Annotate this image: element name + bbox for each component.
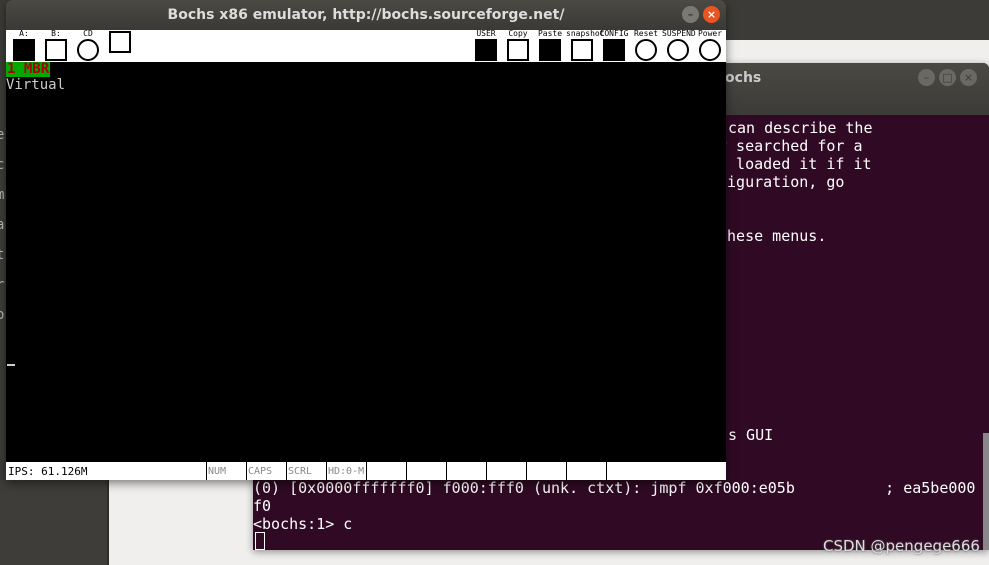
terminal-line: d loaded it if it [718,155,872,173]
text-cursor [7,364,15,366]
power-button[interactable]: Power [694,30,726,62]
minimize-icon[interactable]: – [918,69,935,86]
mouse-button[interactable] [104,30,136,62]
button-label: A: [19,29,29,38]
partial-char: a [0,217,5,233]
reset-icon [635,39,657,61]
suspend-button[interactable]: SUSPEND [662,29,696,62]
config-button[interactable]: CONFIG [598,30,630,62]
cdrom-button[interactable]: CD [72,30,104,62]
terminal-line: s GUI [728,426,774,444]
partial-char: r [0,277,5,293]
bochs-window[interactable]: Bochs x86 emulator, http://bochs.sourcef… [6,0,726,480]
camera-icon [571,39,593,61]
status-cell [446,462,486,480]
paste-button[interactable]: Paste [534,30,566,62]
copy-button[interactable]: Copy [502,30,534,62]
terminal-line: these menus. [718,227,827,245]
cdrom-icon [77,39,99,61]
terminal-cursor [255,532,265,550]
minimize-icon[interactable]: – [682,6,699,23]
emulator-screen[interactable]: 1 MBR Virtual [6,62,726,462]
button-label: Reset [633,29,659,38]
terminal-line: f0 [253,497,272,515]
power-icon [699,39,721,61]
button-label: Power [697,29,723,38]
keyboard-icon [475,39,497,61]
status-cell [526,462,566,480]
mouse-icon [109,31,131,53]
partial-char: m [0,187,5,203]
bochs-toolbar: A: B: CD USER Copy Paste snapshot CONFIG Reset SU… [6,30,726,62]
status-cell [406,462,446,480]
status-cell [486,462,526,480]
terminal-line: (0) [0x0000fffffff0] f000:fff0 (unk. ctx… [253,479,976,497]
terminal-scrollbar[interactable] [983,433,989,550]
paste-icon [539,39,561,61]
partial-char: c [0,157,5,173]
terminal-line: can describe the [728,119,873,137]
status-cell [366,462,406,480]
partial-text: ecmatro [0,120,4,330]
bochs-title: Bochs x86 emulator, http://bochs.sourcef… [167,7,565,23]
ips-readout: IPS: 61.126M [8,465,88,478]
floppy-b-icon [45,39,67,61]
button-label: snapshot [566,29,605,38]
status-cell: NUM [206,462,246,480]
status-cell: CAPS [246,462,286,480]
floppy-a-button[interactable]: A: [8,30,40,62]
button-label: Copy [508,29,528,38]
suspend-icon [667,39,689,61]
status-cell [566,462,606,480]
button-label: Paste [537,29,563,38]
partial-char: e [0,127,5,143]
button-label: CONFIG [599,29,629,38]
floppy-b-button[interactable]: B: [40,30,72,62]
mbr-text: 1 MBR [6,61,51,77]
maximize-icon[interactable]: □ [939,69,956,86]
config-icon [603,39,625,61]
copy-icon [507,39,529,61]
camera-button[interactable]: snapshot [566,29,605,62]
terminal-line: y searched for a [718,137,863,155]
terminal-prompt: <bochs:1> c [253,515,353,533]
button-label: B: [51,29,61,38]
status-bar: IPS: 61.126M NUM CAPS SCRL HD:0-M [6,462,726,480]
reset-button[interactable]: Reset [630,30,662,62]
floppy-a-icon [13,39,35,61]
status-cell: SCRL [286,462,326,480]
button-label: SUSPEND [662,29,696,38]
terminal-line: figuration, go [718,173,845,191]
button-label: CD [83,29,93,38]
close-icon[interactable]: × [703,6,720,23]
close-icon[interactable]: × [960,69,977,86]
watermark: CSDN @pengege666 [823,537,980,555]
partial-char: t [0,247,5,263]
partial-char: o [0,307,5,323]
status-cell: HD:0-M [326,462,366,480]
keyboard-button[interactable]: USER [470,30,502,62]
virtual-text: Virtual [6,77,66,93]
bochs-title-bar[interactable]: Bochs x86 emulator, http://bochs.sourcef… [6,0,726,30]
status-cell [606,462,646,480]
button-label: USER [476,29,496,38]
